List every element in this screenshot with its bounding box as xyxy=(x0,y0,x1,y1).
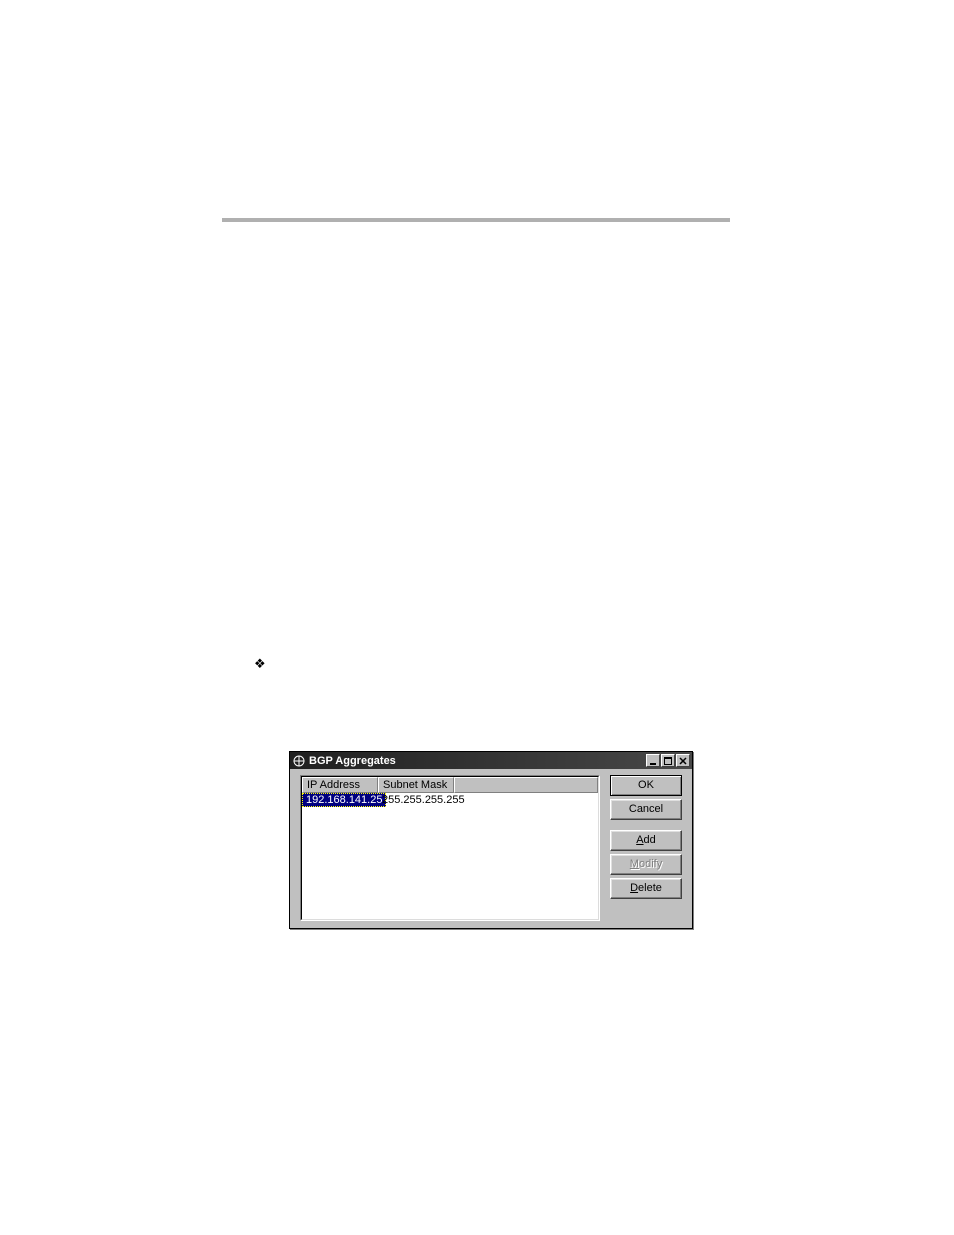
aggregates-listview[interactable]: IP Address Subnet Mask 192.168.141.25 25… xyxy=(300,775,600,921)
titlebar[interactable]: BGP Aggregates xyxy=(290,752,692,769)
column-header-blank[interactable] xyxy=(454,777,598,793)
dialog-body: IP Address Subnet Mask 192.168.141.25 25… xyxy=(290,769,692,928)
minimize-button[interactable] xyxy=(646,754,660,767)
button-stack: OK Cancel Add Modify Delete xyxy=(610,775,682,899)
modify-button[interactable]: Modify xyxy=(610,854,682,875)
window-controls xyxy=(646,754,690,767)
add-button[interactable]: Add xyxy=(610,830,682,851)
window-title: BGP Aggregates xyxy=(309,755,646,767)
column-header-ip[interactable]: IP Address xyxy=(302,777,378,793)
ok-button[interactable]: OK xyxy=(610,775,682,796)
list-header: IP Address Subnet Mask xyxy=(302,777,598,793)
close-button[interactable] xyxy=(676,754,690,767)
cell-ip: 192.168.141.25 xyxy=(302,793,386,807)
cancel-button[interactable]: Cancel xyxy=(610,799,682,820)
maximize-button[interactable] xyxy=(661,754,675,767)
app-icon xyxy=(292,754,306,768)
column-header-mask[interactable]: Subnet Mask xyxy=(378,777,454,793)
horizontal-rule xyxy=(222,218,730,222)
bgp-aggregates-dialog: BGP Aggregates IP Address Subnet Mask xyxy=(289,751,693,929)
bullet-diamond-icon: ❖ xyxy=(254,656,266,672)
cell-mask: 255.255.255.255 xyxy=(378,794,469,806)
table-row[interactable]: 192.168.141.25 255.255.255.255 xyxy=(302,793,598,807)
delete-button[interactable]: Delete xyxy=(610,878,682,899)
